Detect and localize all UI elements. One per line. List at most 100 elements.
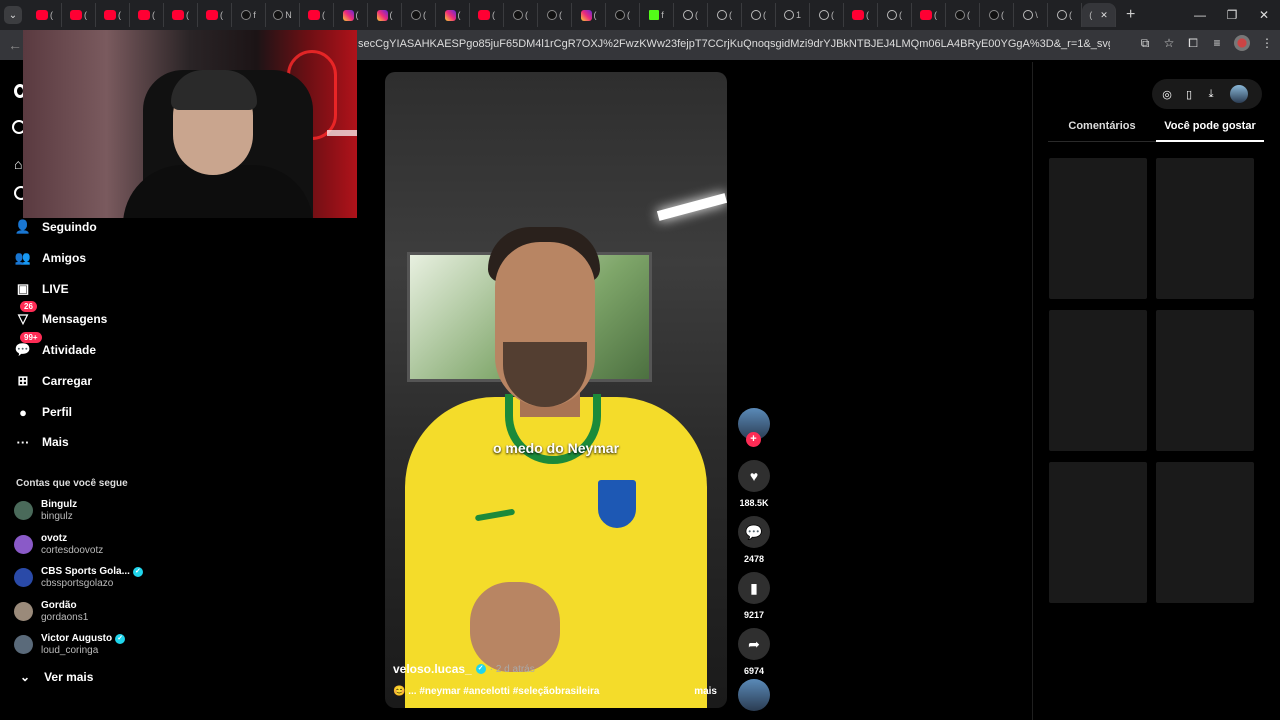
- recommended-video-thumbnail[interactable]: [1049, 310, 1147, 451]
- browser-tab[interactable]: (: [844, 3, 878, 27]
- browser-tab[interactable]: (: [708, 3, 742, 27]
- recommended-video-thumbnail[interactable]: [1156, 310, 1254, 451]
- browser-tab[interactable]: (: [878, 3, 912, 27]
- followed-account[interactable]: Victor Augusto ✓ loud_coringa: [14, 633, 126, 656]
- tab-search-button[interactable]: ⌄: [4, 6, 22, 24]
- sidebar-item-more[interactable]: ··· Mais: [14, 433, 69, 451]
- close-tab-icon[interactable]: ✕: [1100, 10, 1108, 21]
- bookmark-star-icon[interactable]: ☆: [1162, 36, 1176, 50]
- browser-tab[interactable]: (: [130, 3, 164, 27]
- extensions-icon[interactable]: ⧠: [1186, 36, 1200, 51]
- sidebar-item-following[interactable]: 👤 Seguindo: [14, 218, 97, 236]
- download-icon[interactable]: ⤓: [1204, 88, 1218, 101]
- browser-tab[interactable]: (: [980, 3, 1014, 27]
- browser-tab[interactable]: \: [1014, 3, 1048, 27]
- followed-account[interactable]: ovotz cortesdoovotz: [14, 533, 103, 556]
- author-name[interactable]: veloso.lucas_: [393, 662, 472, 676]
- recommended-video-thumbnail[interactable]: [1156, 158, 1254, 299]
- followed-account[interactable]: CBS Sports Gola... ✓ cbssportsgolazo: [14, 566, 143, 589]
- browser-tab[interactable]: (: [742, 3, 776, 27]
- browser-tab[interactable]: (: [606, 3, 640, 27]
- browser-tab[interactable]: (: [198, 3, 232, 27]
- description-more-link[interactable]: mais: [694, 686, 717, 697]
- browser-tab[interactable]: (: [28, 3, 62, 27]
- see-more-button[interactable]: ⌄ Ver mais: [20, 670, 93, 684]
- close-window-icon[interactable]: ✕: [1248, 0, 1280, 30]
- followed-account[interactable]: Bingulz bingulz: [14, 499, 77, 522]
- browser-tab[interactable]: (: [912, 3, 946, 27]
- comment-button[interactable]: 💬: [738, 516, 770, 548]
- browser-tab[interactable]: (: [368, 3, 402, 27]
- browser-menu-icon[interactable]: ⋮: [1260, 36, 1274, 50]
- browser-profile-avatar[interactable]: [1234, 35, 1250, 51]
- creator-avatar[interactable]: +: [738, 408, 770, 447]
- user-avatar[interactable]: [1230, 85, 1248, 103]
- browser-tab[interactable]: (: [470, 3, 504, 27]
- sidebar-item-profile[interactable]: ● Perfil: [14, 403, 72, 421]
- video-player[interactable]: o medo do Neymar veloso.lucas_ ✓ · 2 d a…: [385, 72, 727, 708]
- share-button[interactable]: ➦: [738, 628, 770, 660]
- browser-tab[interactable]: (: [810, 3, 844, 27]
- media-control-icon[interactable]: ≡: [1210, 36, 1224, 50]
- next-creator-avatar[interactable]: [738, 679, 770, 711]
- sidebar-item-upload[interactable]: ⊞ Carregar: [14, 372, 92, 390]
- mobile-icon[interactable]: ▯: [1182, 88, 1196, 101]
- account-handle: cortesdoovotz: [41, 544, 104, 556]
- browser-tab[interactable]: (: [62, 3, 96, 27]
- browser-tab[interactable]: (: [504, 3, 538, 27]
- kick-icon: [649, 10, 660, 20]
- tiktok-icon: [547, 10, 557, 20]
- recommended-video-thumbnail[interactable]: [1049, 462, 1147, 603]
- browser-tab[interactable]: N: [266, 3, 300, 27]
- heart-icon: ♥: [749, 468, 759, 484]
- tab-label: (: [118, 10, 121, 20]
- recommended-video-thumbnail[interactable]: [1156, 462, 1254, 603]
- instagram-icon: [580, 9, 592, 21]
- browser-tab[interactable]: (: [436, 3, 470, 27]
- video-author[interactable]: veloso.lucas_ ✓ · 2 d atrás: [393, 662, 535, 676]
- cbf-crest-icon: [595, 477, 639, 531]
- tab-comments[interactable]: Comentários: [1048, 120, 1156, 142]
- globe-icon: [683, 10, 693, 20]
- browser-tab[interactable]: (: [402, 3, 436, 27]
- tab-label: 1: [795, 10, 801, 20]
- browser-tab[interactable]: (: [96, 3, 130, 27]
- video-time: · 2 d atrás: [489, 663, 535, 675]
- minimize-icon[interactable]: —: [1184, 0, 1216, 30]
- url-field[interactable]: secCgYIASAHKAESPgo85juF65DM4l1rCgR7OXJ%2…: [358, 38, 1110, 50]
- save-button[interactable]: ▮: [738, 572, 770, 604]
- browser-tab[interactable]: (: [334, 3, 368, 27]
- active-browser-tab[interactable]: (✕: [1082, 3, 1116, 27]
- back-arrow-icon[interactable]: ←: [8, 37, 22, 53]
- compass-icon[interactable]: ◎: [1160, 88, 1174, 101]
- sidebar-item-messages[interactable]: ▽ 26 Mensagens: [14, 301, 107, 328]
- browser-tab[interactable]: (: [164, 3, 198, 27]
- followed-account[interactable]: Gordão gordaons1: [14, 600, 88, 623]
- sidebar-item-friends[interactable]: 👥 Amigos: [14, 249, 86, 267]
- browser-tab[interactable]: (: [538, 3, 572, 27]
- sidebar-item-activity[interactable]: 💬 99+ Atividade: [14, 332, 96, 359]
- account-name: Victor Augusto: [41, 633, 113, 644]
- sidebar-item-live[interactable]: ▣ LIVE: [14, 280, 69, 298]
- globe-icon: [1023, 10, 1034, 20]
- browser-tab[interactable]: f: [232, 3, 266, 27]
- tab-label: (: [220, 10, 223, 20]
- browser-tab[interactable]: (: [674, 3, 708, 27]
- browser-tab[interactable]: (: [572, 3, 606, 27]
- tiktok-icon: [241, 10, 252, 20]
- tab-label: (: [729, 10, 732, 20]
- like-button[interactable]: ♥: [738, 460, 770, 492]
- browser-tab[interactable]: (: [1048, 3, 1082, 27]
- browser-tab[interactable]: 1: [776, 3, 810, 27]
- browser-tab[interactable]: (: [300, 3, 334, 27]
- new-tab-button[interactable]: +: [1126, 6, 1135, 24]
- follow-plus-icon[interactable]: +: [746, 432, 761, 447]
- maximize-icon[interactable]: ❐: [1216, 0, 1248, 30]
- right-toolbar: ◎ ▯ ⤓: [1152, 79, 1262, 109]
- browser-tab[interactable]: (: [946, 3, 980, 27]
- recommended-video-thumbnail[interactable]: [1049, 158, 1147, 299]
- browser-tab[interactable]: f: [640, 3, 674, 27]
- home-icon[interactable]: ⌂: [14, 156, 22, 172]
- install-app-icon[interactable]: ⧉: [1138, 36, 1152, 51]
- tab-you-may-like[interactable]: Você pode gostar: [1156, 120, 1264, 142]
